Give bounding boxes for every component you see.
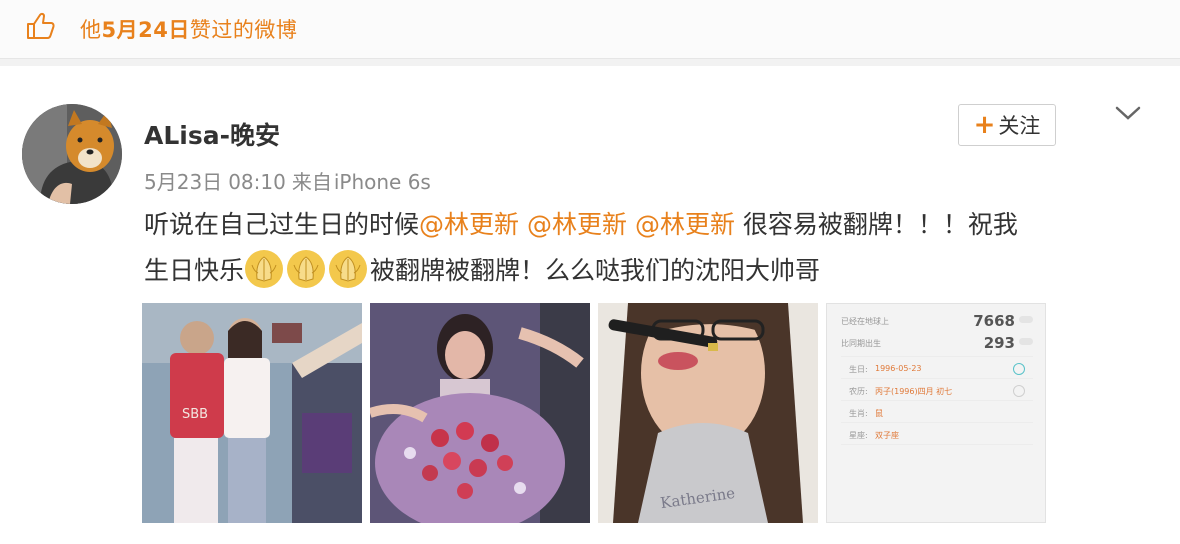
post-date[interactable]: 5月23日 — [144, 170, 222, 194]
clock-icon — [1013, 385, 1025, 397]
clock-icon — [1013, 363, 1025, 375]
stats-field-row: 星座: 双子座 — [841, 428, 1033, 442]
pray-emoji-icon — [287, 250, 326, 288]
field-label: 星座: — [849, 431, 868, 440]
username[interactable]: ALisa-晚安 — [144, 116, 280, 152]
mention-link[interactable]: @林更新 — [419, 210, 519, 239]
field-value: 1996-05-23 — [875, 364, 922, 373]
stats-pill — [1019, 316, 1033, 323]
photo-two-girls-image: SBB — [142, 303, 362, 523]
stats-label: 已经在地球上 — [841, 317, 889, 326]
field-value: 双子座 — [875, 431, 899, 440]
post-text: 听说在自己过生日的时候@林更新 @林更新 @林更新 很容易被翻牌！！！祝我 生日… — [144, 202, 1144, 294]
photo-selfie-pen-image: Katherine — [598, 303, 818, 523]
divider — [841, 378, 1033, 379]
liked-suffix: 赞过的微博 — [189, 18, 298, 42]
field-label: 生日: — [849, 365, 868, 374]
photo-two-girls[interactable]: SBB — [142, 303, 362, 523]
stats-field-row: 生肖: 鼠 — [841, 406, 1033, 420]
pray-emoji-icon — [329, 250, 368, 288]
post-text-part: 听说在自己过生日的时候 — [144, 210, 420, 239]
stats-row-compare: 比同期出生 293 — [841, 334, 1033, 352]
stats-value: 293 — [983, 334, 1015, 352]
avatar-image — [22, 104, 122, 204]
photo-girl-flowers[interactable] — [370, 303, 590, 523]
photo-girl-flowers-image — [370, 303, 590, 523]
field-value: 鼠 — [875, 409, 883, 418]
post-text-part: 很容易被翻牌！！！祝我 — [742, 210, 1018, 239]
mention-link[interactable]: @林更新 — [635, 210, 735, 239]
divider — [841, 356, 1033, 357]
stats-field-row: 农历: 丙子(1996)四月 初七 — [841, 384, 1033, 398]
liked-date: 5月24日 — [101, 18, 190, 42]
post-meta: 5月23日 08:10 来自 iPhone 6s — [144, 166, 437, 195]
photo-selfie-pen[interactable]: Katherine — [598, 303, 818, 523]
post-text-part: 生日快乐 — [144, 256, 245, 285]
photo-stats-screenshot[interactable]: 已经在地球上 7668 比同期出生 293 生日: 1996-05-23 农历:… — [826, 303, 1046, 523]
post-time[interactable]: 08:10 — [228, 170, 286, 194]
divider — [841, 422, 1033, 423]
follow-button[interactable]: + 关注 — [958, 104, 1056, 146]
post-source: iPhone 6s — [333, 170, 431, 194]
stats-label: 比同期出生 — [841, 339, 881, 348]
pray-emoji-icon — [245, 250, 284, 288]
mention-link[interactable]: @林更新 — [527, 210, 627, 239]
liked-prefix: 他 — [80, 18, 102, 42]
post-card: ALisa-晚安 5月23日 08:10 来自 iPhone 6s + 关注 听说在自己… — [0, 66, 1180, 544]
chevron-down-icon[interactable] — [1114, 104, 1142, 124]
follow-label: 关注 — [998, 114, 1041, 138]
liked-notice-text: 他5月24日赞过的微博 — [80, 14, 297, 44]
field-value: 丙子(1996)四月 初七 — [875, 387, 953, 396]
post-text-part: 被翻牌被翻牌！么么哒我们的沈阳大帅哥 — [370, 256, 821, 285]
stats-pill — [1019, 338, 1033, 345]
stats-field-row: 生日: 1996-05-23 — [841, 362, 1033, 376]
stats-value: 7668 — [973, 312, 1015, 330]
field-label: 农历: — [849, 387, 868, 396]
field-label: 生肖: — [849, 409, 868, 418]
plus-icon: + — [973, 110, 996, 140]
stats-screenshot: 已经在地球上 7668 比同期出生 293 生日: 1996-05-23 农历:… — [827, 304, 1045, 522]
thumbs-up-icon — [27, 12, 55, 39]
weibo-feed: 他5月24日赞过的微博 ALisa-晚安 5月23日 08:10 来自 iPhone … — [0, 0, 1180, 544]
divider — [841, 444, 1033, 445]
liked-notice-bar: 他5月24日赞过的微博 — [0, 0, 1180, 59]
svg-text:SBB: SBB — [182, 407, 208, 422]
stats-row-days: 已经在地球上 7668 — [841, 312, 1033, 330]
avatar[interactable] — [22, 104, 122, 204]
divider — [841, 400, 1033, 401]
source-prefix: 来自 — [291, 170, 332, 194]
